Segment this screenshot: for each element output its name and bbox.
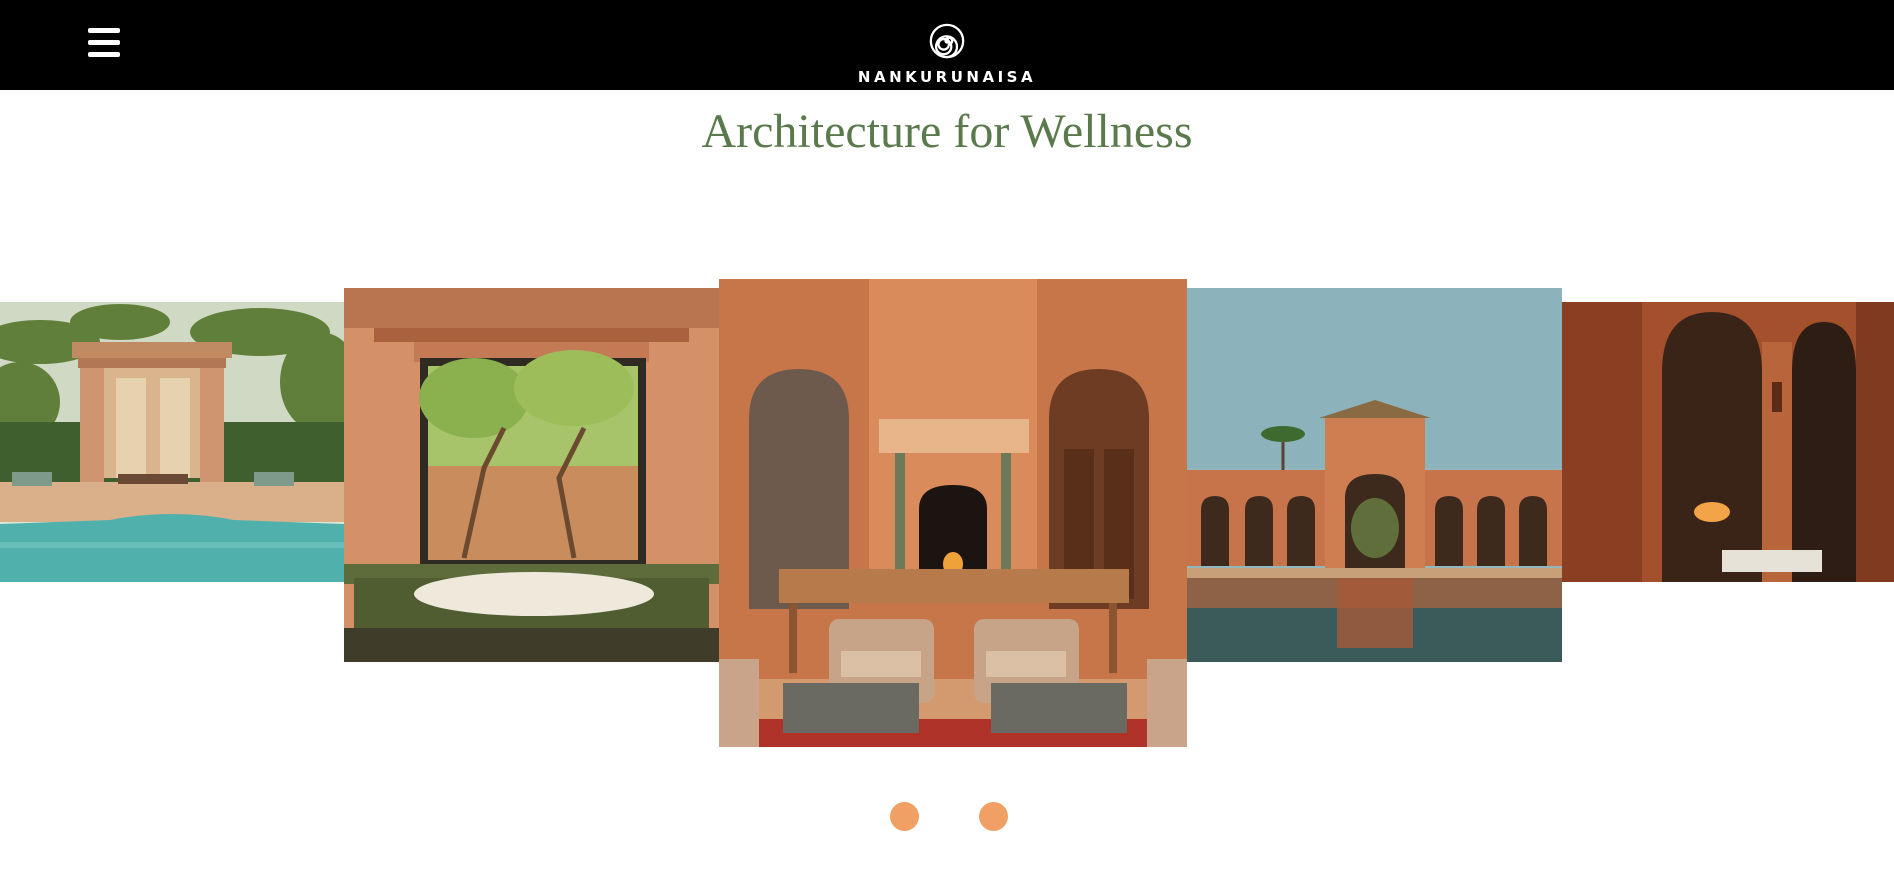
page-title: Architecture for Wellness [701, 105, 1193, 158]
carousel-slide-arcade[interactable] [1562, 302, 1894, 582]
spiral-icon [929, 23, 965, 59]
lounge-fireplace-image [719, 279, 1187, 747]
pool-pavilion-image [0, 302, 344, 582]
menu-bar [88, 52, 120, 57]
hamburger-menu-icon[interactable] [86, 26, 126, 60]
bathtub-image [344, 288, 719, 662]
carousel-slide-pool-pavilion[interactable] [0, 302, 344, 582]
brand-name: NANKURUNAISA [857, 68, 1037, 86]
carousel-pagination [0, 802, 1894, 832]
top-header: NANKURUNAISA [0, 0, 1894, 90]
carousel-dot-1[interactable] [890, 802, 919, 831]
arcade-arches-image [1562, 302, 1894, 582]
image-carousel[interactable] [0, 270, 1894, 760]
carousel-dot-2[interactable] [979, 802, 1008, 831]
menu-bar [88, 28, 120, 33]
carousel-slide-lounge[interactable] [719, 279, 1187, 747]
carousel-slide-courtyard-pool[interactable] [1187, 288, 1562, 662]
brand-logo-link[interactable]: NANKURUNAISA [832, 22, 1062, 90]
menu-bar [88, 40, 120, 45]
courtyard-pool-image [1187, 288, 1562, 662]
carousel-slide-bathtub[interactable] [344, 288, 719, 662]
